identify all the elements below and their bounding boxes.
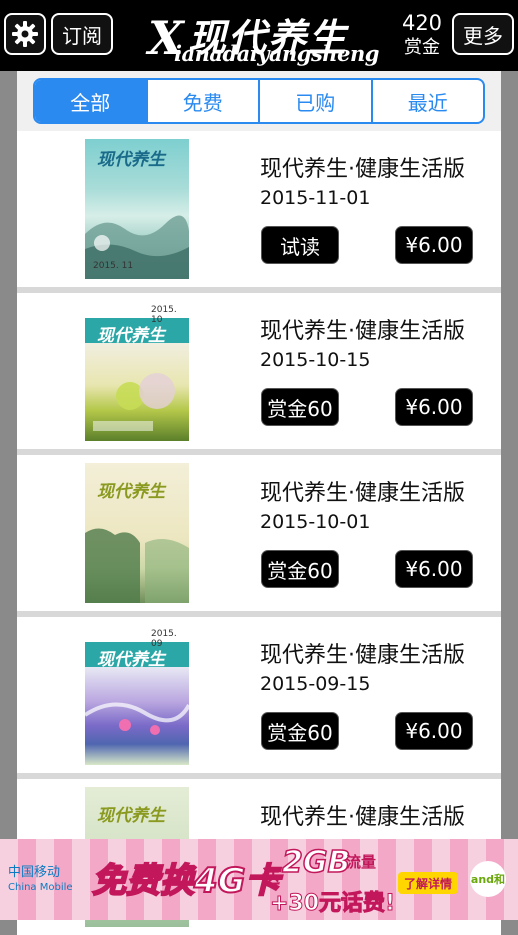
issue-date: 2015-10-15 [260, 349, 371, 371]
list-item[interactable]: 现代养生 现代养生·健康生活版 2015-10-01 赏金60 ¥6.00 [17, 455, 501, 611]
subscribe-button[interactable]: 订阅 [51, 13, 113, 55]
issue-date: 2015-10-01 [260, 511, 371, 533]
trial-read-button[interactable]: 试读 [261, 226, 339, 264]
he-logo: and和 [470, 861, 506, 897]
cover-title: 现代养生 [97, 326, 165, 346]
bounty-count: 420 [401, 11, 443, 35]
issue-date: 2015-09-15 [260, 673, 371, 695]
issue-title: 现代养生·健康生活版 [260, 805, 465, 830]
china-mobile-en: China Mobile [8, 882, 73, 893]
list-item[interactable]: 现代养生 2015. 11 现代养生·健康生活版 2015-11-01 试读 ¥… [17, 131, 501, 287]
price-button[interactable]: ¥6.00 [395, 226, 473, 264]
china-mobile-logo: 中国移动 [8, 865, 61, 880]
tab-recent[interactable]: 最近 [370, 80, 484, 122]
cover-issue: 2015. 11 [93, 261, 134, 271]
bounty-unlock-button[interactable]: 赏金60 [261, 550, 339, 588]
issue-cover[interactable]: 现代养生 [85, 463, 189, 603]
issue-title: 现代养生·健康生活版 [260, 157, 465, 182]
issue-cover[interactable]: 2015. 10 现代养生 [85, 301, 189, 441]
issue-title: 现代养生·健康生活版 [260, 319, 465, 344]
gear-icon [12, 21, 38, 47]
cover-title: 现代养生 [97, 150, 165, 170]
bounty-balance: 420 赏金 [396, 10, 448, 60]
price-button[interactable]: ¥6.00 [395, 712, 473, 750]
issue-cover[interactable]: 现代养生 2015. 11 [85, 139, 189, 279]
logo-pinyin: ianadaiyangsheng [174, 41, 379, 66]
cover-title: 现代养生 [97, 482, 165, 502]
tab-purchased[interactable]: 已购 [258, 80, 371, 122]
issue-date: 2015-11-01 [260, 187, 371, 209]
ad-banner[interactable]: 中国移动 China Mobile 免费换4G卡 送 2GB 流量 +30元话费… [0, 839, 518, 920]
filter-tabs: 全部 免费 已购 最近 [33, 78, 485, 124]
issue-title: 现代养生·健康生活版 [260, 481, 465, 506]
list-item[interactable]: 2015. 09 现代养生 现代养生·健康生活版 2015-09-15 赏金60… [17, 617, 501, 773]
settings-button[interactable] [4, 13, 46, 55]
ad-gb: 2GB [281, 844, 351, 881]
ad-brand: 中国移动 China Mobile [8, 865, 73, 895]
top-bar: 订阅 X 现代养生 ianadaiyangsheng 420 赏金 更多 [0, 0, 518, 71]
ad-headline: 免费换4G卡 [91, 860, 281, 902]
bounty-unlock-button[interactable]: 赏金60 [261, 388, 339, 426]
tab-all[interactable]: 全部 [35, 80, 146, 122]
bounty-unlock-button[interactable]: 赏金60 [261, 712, 339, 750]
issue-cover[interactable]: 2015. 09 现代养生 [85, 625, 189, 765]
issue-title: 现代养生·健康生活版 [260, 643, 465, 668]
app-logo: X 现代养生 ianadaiyangsheng [148, 7, 390, 66]
list-item[interactable]: 2015. 10 现代养生 现代养生·健康生活版 2015-10-15 赏金60… [17, 293, 501, 449]
bounty-label: 赏金 [404, 37, 440, 58]
more-button[interactable]: 更多 [452, 13, 514, 55]
price-button[interactable]: ¥6.00 [395, 388, 473, 426]
ad-flow: 流量 [346, 853, 377, 871]
price-button[interactable]: ¥6.00 [395, 550, 473, 588]
ad-detail-button[interactable]: 了解详情 [398, 872, 458, 894]
cover-title: 现代养生 [97, 650, 165, 670]
cover-title: 现代养生 [97, 806, 165, 826]
filter-bar: 全部 免费 已购 最近 [17, 71, 501, 131]
ad-bonus: +30元话费! [269, 891, 396, 917]
tab-free[interactable]: 免费 [145, 80, 259, 122]
